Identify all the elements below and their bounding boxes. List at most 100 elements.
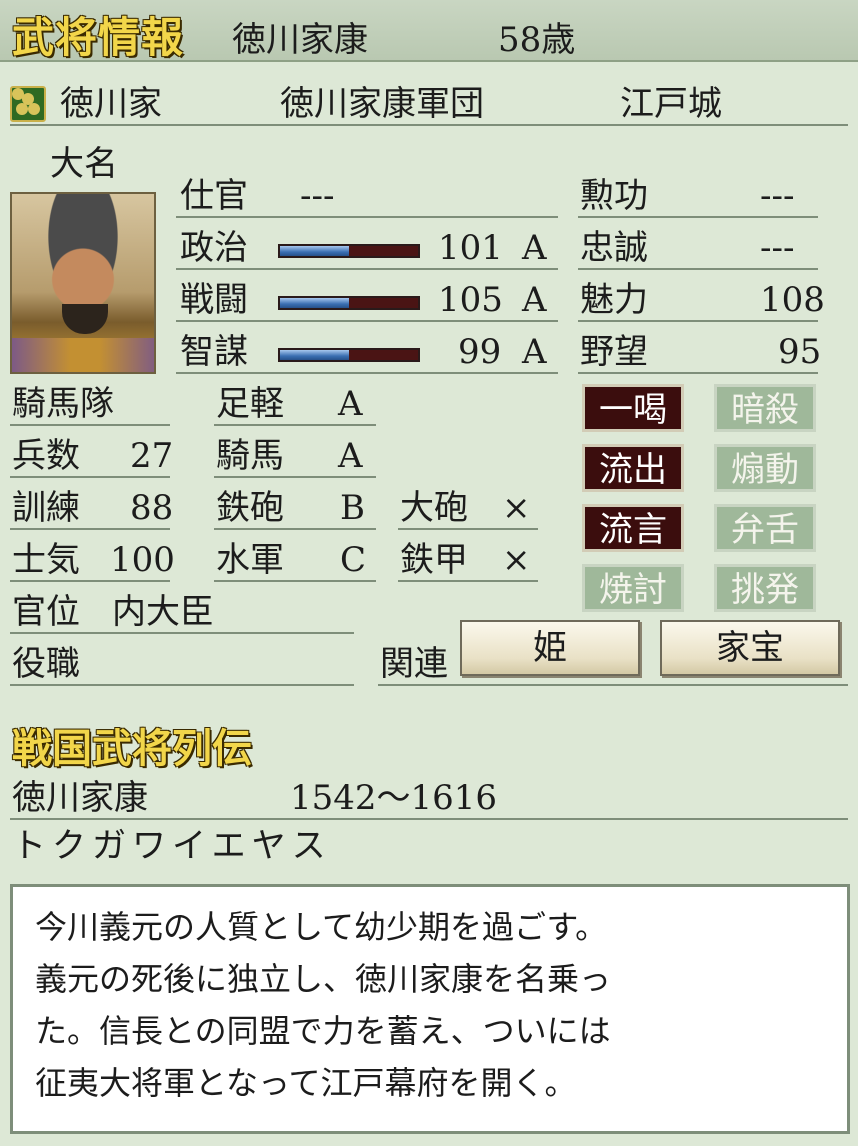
- divider: [378, 684, 848, 686]
- charisma-label: 魅力: [580, 280, 648, 320]
- divider: [10, 124, 848, 126]
- aptitude-navy-value: C: [340, 540, 367, 580]
- clan-name: 徳川家: [60, 84, 162, 124]
- bio-reading: トクガワイエヤス: [12, 826, 332, 866]
- divider: [176, 320, 558, 322]
- command-assassinate-button[interactable]: 暗殺: [714, 384, 816, 432]
- court-rank-label: 官位: [12, 592, 80, 632]
- stat-intelligence-label: 智謀: [180, 332, 248, 372]
- biography-title: 戦国武将列伝: [12, 725, 252, 772]
- service-value: ---: [300, 176, 335, 216]
- troops-value: 27: [130, 436, 174, 476]
- command-provoke-button[interactable]: 挑発: [714, 564, 816, 612]
- bio-years: 1542〜1616: [290, 778, 498, 818]
- stat-intelligence-grade: A: [522, 332, 547, 372]
- merit-label: 勲功: [580, 176, 648, 216]
- training-label: 訓練: [12, 488, 80, 528]
- aptitude-gun-value: B: [340, 488, 365, 528]
- cannon-value: ×: [502, 488, 531, 528]
- related-label: 関連: [380, 644, 448, 684]
- divider: [10, 818, 848, 820]
- divider: [176, 216, 558, 218]
- divider: [398, 528, 538, 530]
- command-outflow-button[interactable]: 流出: [582, 444, 684, 492]
- castle-name: 江戸城: [620, 84, 722, 124]
- bio-line: 義元の死後に独立し、徳川家康を名乗っ: [35, 960, 612, 998]
- divider: [578, 320, 818, 322]
- bio-line: 今川義元の人質として幼少期を過ごす。: [35, 908, 608, 946]
- stat-politics-label: 政治: [180, 228, 248, 268]
- divider: [176, 268, 558, 270]
- loyalty-value: ---: [760, 228, 795, 268]
- service-label: 仕官: [180, 176, 248, 216]
- aptitude-ashigaru-label: 足軽: [216, 384, 284, 424]
- stat-combat-fill: [280, 298, 349, 308]
- ironclad-value: ×: [502, 540, 531, 580]
- aptitude-cavalry-label: 騎馬: [216, 436, 284, 476]
- stat-politics-value: 101: [438, 228, 503, 268]
- divider: [578, 216, 818, 218]
- divider: [214, 476, 376, 478]
- officer-name: 徳川家康: [232, 20, 368, 60]
- divider: [10, 684, 354, 686]
- portrait-armor: [12, 338, 154, 372]
- command-rumor-button[interactable]: 流言: [582, 504, 684, 552]
- bio-name: 徳川家康: [12, 778, 148, 818]
- divider: [578, 268, 818, 270]
- training-value: 88: [130, 488, 174, 528]
- aptitude-gun-label: 鉄砲: [216, 488, 284, 528]
- aptitude-ashigaru-value: A: [338, 384, 363, 424]
- divider: [10, 632, 354, 634]
- divider: [578, 372, 818, 374]
- stat-politics-grade: A: [522, 228, 547, 268]
- merit-value: ---: [760, 176, 795, 216]
- aptitude-navy-label: 水軍: [216, 540, 284, 580]
- troops-label: 兵数: [12, 436, 80, 476]
- stat-intelligence-bar: [278, 348, 420, 362]
- biography-text-box: 今川義元の人質として幼少期を過ごす。 義元の死後に独立し、徳川家康を名乗っ た。…: [10, 884, 850, 1134]
- stat-combat-value: 105: [438, 280, 503, 320]
- divider: [214, 528, 376, 530]
- command-shout-button[interactable]: 一喝: [582, 384, 684, 432]
- stat-combat-grade: A: [522, 280, 547, 320]
- officer-portrait[interactable]: [10, 192, 156, 374]
- court-rank-value: 内大臣: [112, 592, 214, 632]
- princess-button[interactable]: 姫: [460, 620, 640, 676]
- clan-crest-icon: [10, 86, 46, 122]
- divider: [214, 424, 376, 426]
- ambition-value: 95: [778, 332, 822, 372]
- stat-politics-fill: [280, 246, 349, 256]
- command-eloquence-button[interactable]: 弁舌: [714, 504, 816, 552]
- panel-title: 武将情報: [12, 13, 185, 62]
- treasure-button[interactable]: 家宝: [660, 620, 840, 676]
- command-burn-button[interactable]: 焼討: [582, 564, 684, 612]
- ambition-label: 野望: [580, 332, 648, 372]
- stat-politics-bar: [278, 244, 420, 258]
- unit-type: 騎馬隊: [12, 384, 114, 424]
- stat-combat-bar: [278, 296, 420, 310]
- divider: [214, 580, 376, 582]
- stat-intelligence-fill: [280, 350, 349, 360]
- loyalty-label: 忠誠: [580, 228, 648, 268]
- officer-age: 58歳: [498, 20, 576, 60]
- divider: [398, 580, 538, 582]
- ironclad-label: 鉄甲: [400, 540, 468, 580]
- command-incite-button[interactable]: 煽動: [714, 444, 816, 492]
- cannon-label: 大砲: [400, 488, 468, 528]
- divider: [10, 424, 170, 426]
- bio-line: た。信長との同盟で力を蓄え、ついには: [35, 1012, 611, 1050]
- morale-label: 士気: [12, 540, 80, 580]
- morale-value: 100: [110, 540, 175, 580]
- corps-name: 徳川家康軍団: [280, 84, 484, 124]
- divider: [10, 580, 170, 582]
- charisma-value: 108: [760, 280, 825, 320]
- bio-line: 征夷大将軍となって江戸幕府を開く。: [35, 1064, 577, 1102]
- rank-label: 大名: [50, 144, 118, 184]
- stat-combat-label: 戦闘: [180, 280, 248, 320]
- divider: [10, 528, 170, 530]
- divider: [10, 476, 170, 478]
- aptitude-cavalry-value: A: [338, 436, 363, 476]
- divider: [176, 372, 558, 374]
- portrait-beard: [62, 304, 108, 334]
- post-label: 役職: [12, 644, 80, 684]
